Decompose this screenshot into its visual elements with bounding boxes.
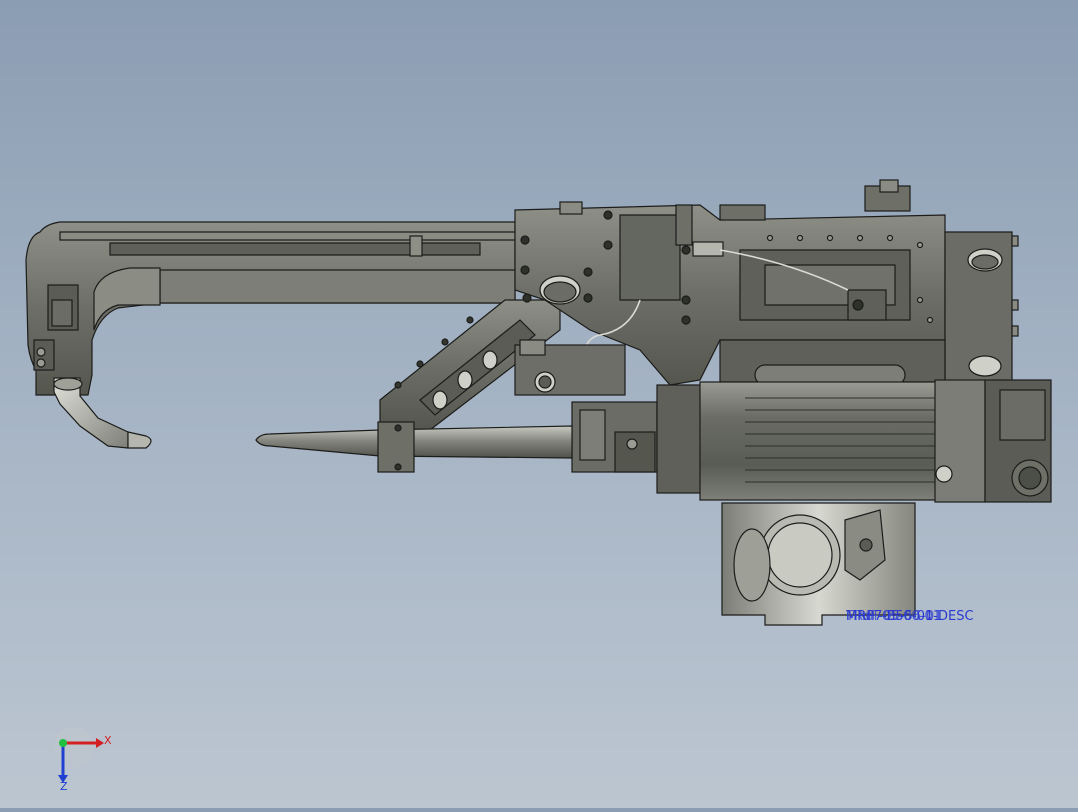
upper-electrode-tip[interactable] <box>53 377 152 449</box>
lower-electrode-rod[interactable] <box>255 421 573 473</box>
part-annotation[interactable]: MRP7-B56-01-DESC Mhdl-05-00-01 TRdF-05-5… <box>846 609 974 624</box>
cad-viewport[interactable]: X Z MRP7-B56-01-DESC Mhdl-05-00-01 TRdF-… <box>0 0 1078 808</box>
cad-model[interactable]: X Z <box>0 0 1078 808</box>
x-axis-label: X <box>104 734 112 747</box>
z-axis-label: Z <box>60 780 68 793</box>
lower-casting[interactable] <box>721 502 916 626</box>
servo-motor[interactable] <box>656 379 1052 503</box>
axis-triad: X Z <box>54 727 112 793</box>
part-label-overlap-2: TRdF-05-56-01 <box>846 609 943 624</box>
